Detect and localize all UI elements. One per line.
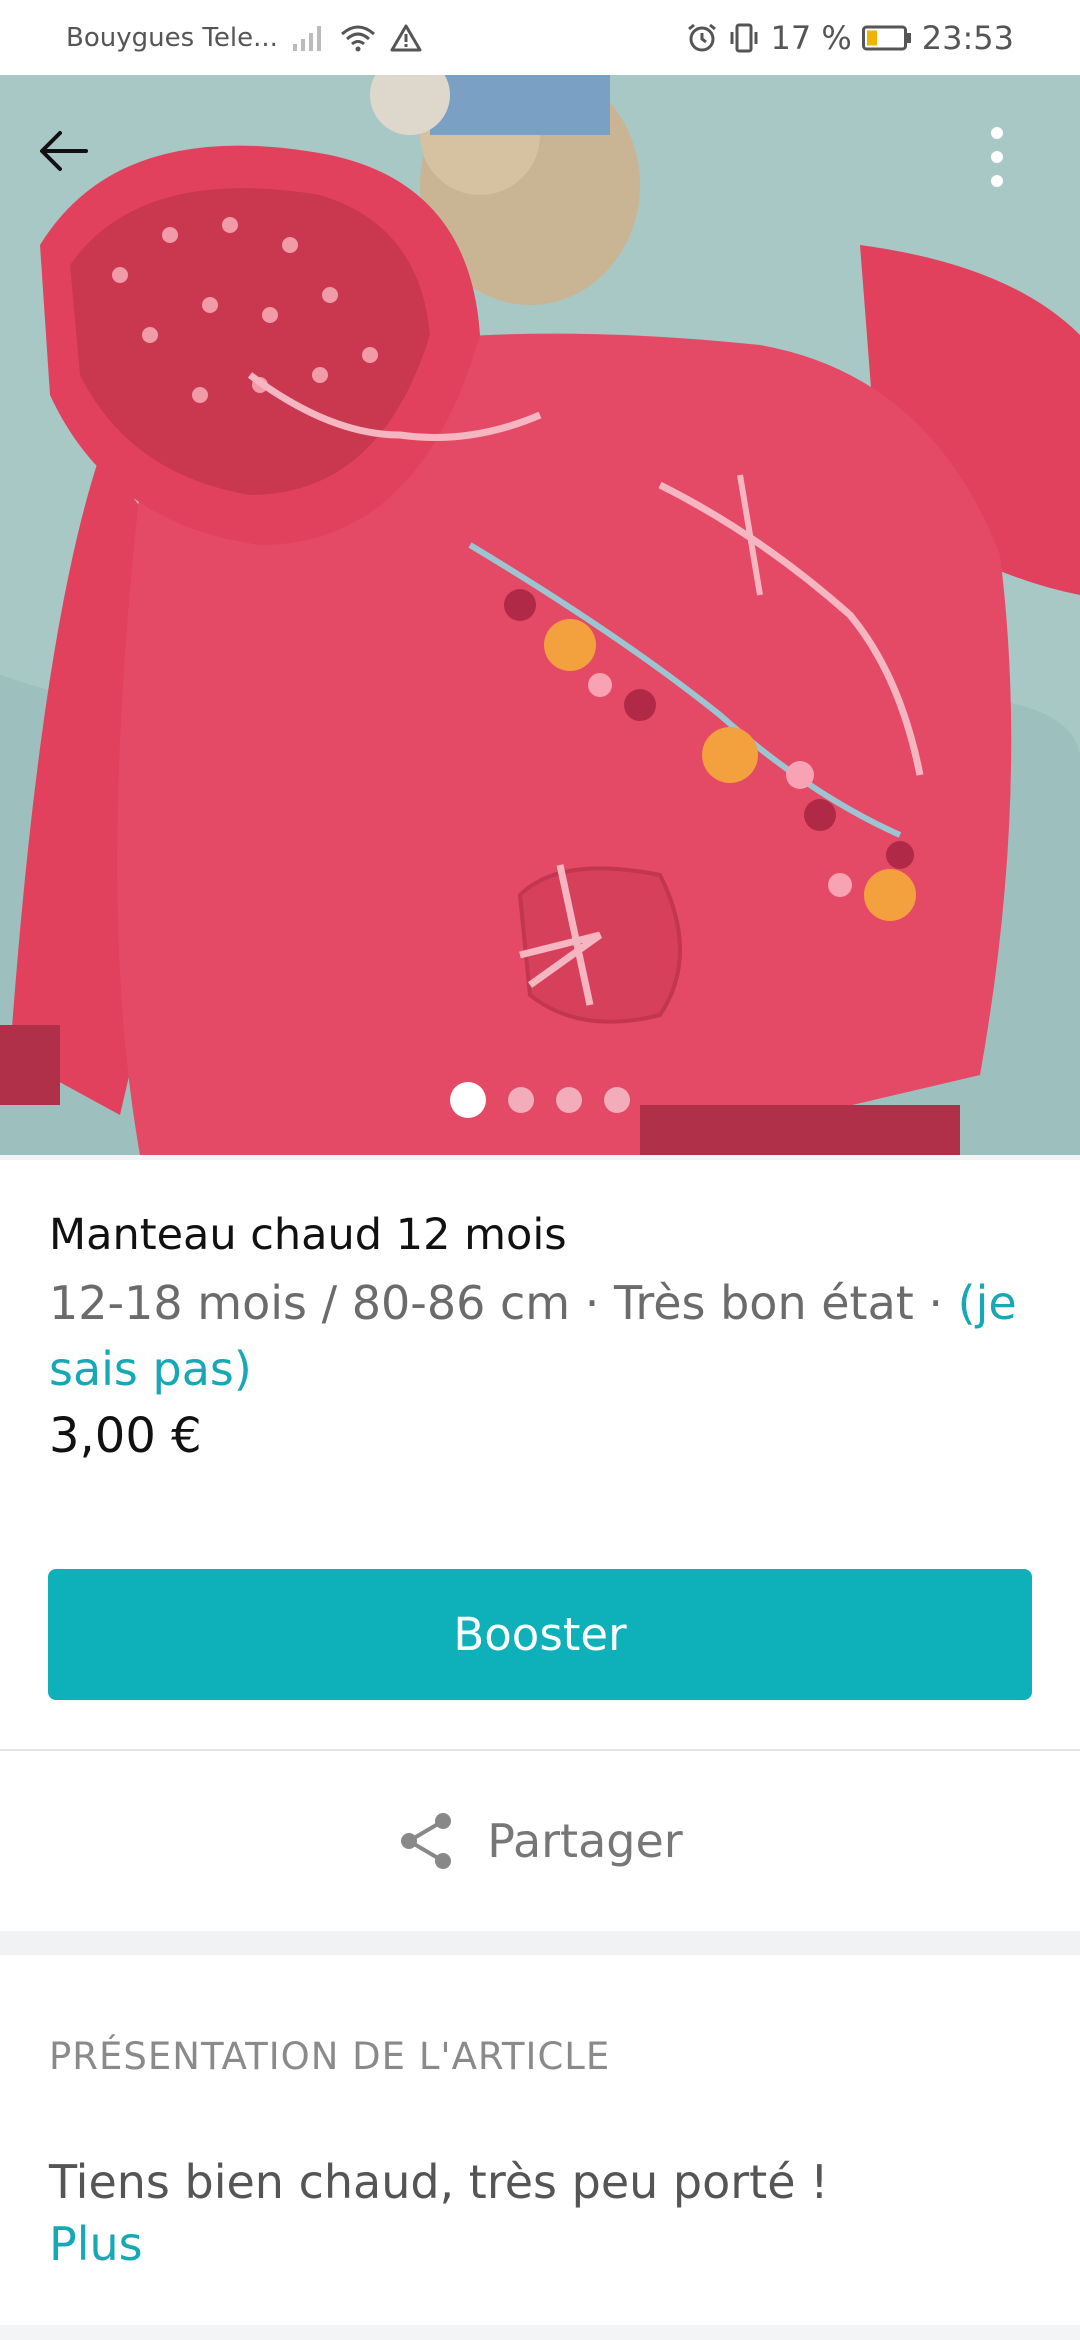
pager-dot[interactable]: [556, 1087, 582, 1113]
item-size-condition: 12-18 mois / 80-86 cm · Très bon état ·: [49, 1276, 958, 1330]
battery-icon: [861, 25, 912, 51]
section-separator: [0, 1931, 1080, 1955]
carousel-pager: [0, 1082, 1080, 1118]
item-description-section: PRÉSENTATION DE L'ARTICLE Tiens bien cha…: [0, 1955, 1080, 2325]
clock-time: 23:53: [921, 18, 1014, 57]
description-heading: PRÉSENTATION DE L'ARTICLE: [49, 2035, 611, 2078]
description-text: Tiens bien chaud, très peu porté !: [49, 2155, 829, 2209]
carrier-name: Bouygues Tele...: [66, 22, 278, 53]
wifi-icon: [340, 24, 376, 52]
status-bar: Bouygues Tele... 17 % 23:53: [0, 0, 1080, 75]
item-info: Manteau chaud 12 mois 12-18 mois / 80-86…: [0, 1160, 1080, 1750]
pager-dot[interactable]: [604, 1087, 630, 1113]
item-title: Manteau chaud 12 mois: [49, 1210, 567, 1260]
item-photo-carousel[interactable]: [0, 75, 1080, 1155]
signal-icon: [292, 24, 326, 52]
status-right: 17 % 23:53: [686, 0, 1014, 75]
description-more-link[interactable]: Plus: [49, 2217, 143, 2271]
status-left: Bouygues Tele...: [66, 0, 422, 75]
pager-dot[interactable]: [450, 1082, 486, 1118]
more-options-button[interactable]: [990, 125, 1050, 205]
item-price: 3,00 €: [49, 1408, 202, 1464]
more-vert-icon: [991, 127, 1003, 187]
vibrate-icon: [728, 22, 760, 54]
back-arrow-icon: [40, 131, 88, 171]
item-details: 12-18 mois / 80-86 cm · Très bon état · …: [49, 1270, 1039, 1402]
warning-icon: [390, 24, 422, 52]
back-button[interactable]: [38, 125, 108, 195]
share-icon: [401, 1813, 452, 1869]
boost-button[interactable]: Booster: [48, 1569, 1032, 1700]
jacket-photo: [0, 75, 1080, 1155]
share-button[interactable]: Partager: [0, 1751, 1080, 1931]
pager-dot[interactable]: [508, 1087, 534, 1113]
alarm-icon: [686, 22, 718, 54]
share-label: Partager: [487, 1814, 683, 1868]
battery-percent: 17 %: [770, 18, 852, 57]
